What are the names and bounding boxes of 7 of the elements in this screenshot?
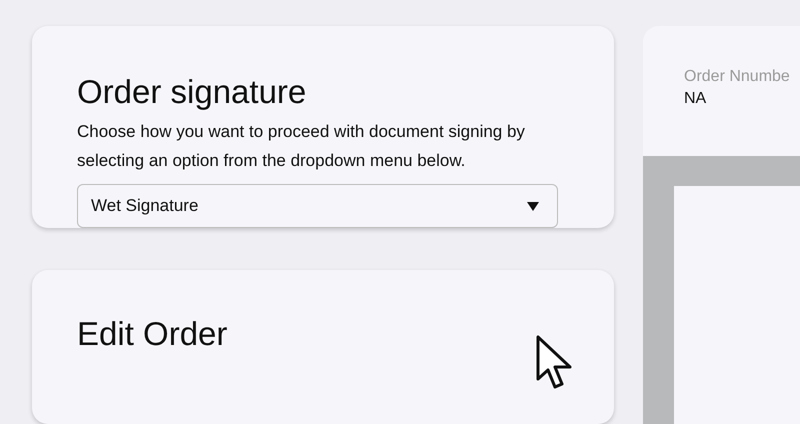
- caret-icon: [527, 202, 539, 210]
- order-number-label: Order Nnumbe: [684, 67, 791, 87]
- card-title: Order signature: [77, 72, 308, 112]
- order-number-value: NA: [684, 89, 708, 109]
- signature-dropdown[interactable]: Wet Signature: [77, 184, 558, 228]
- card-title: Edit Order: [77, 314, 228, 354]
- card-description: Choose how you want to proceed with document signing by selecting an option from the dropdown menu below.: [77, 121, 526, 172]
